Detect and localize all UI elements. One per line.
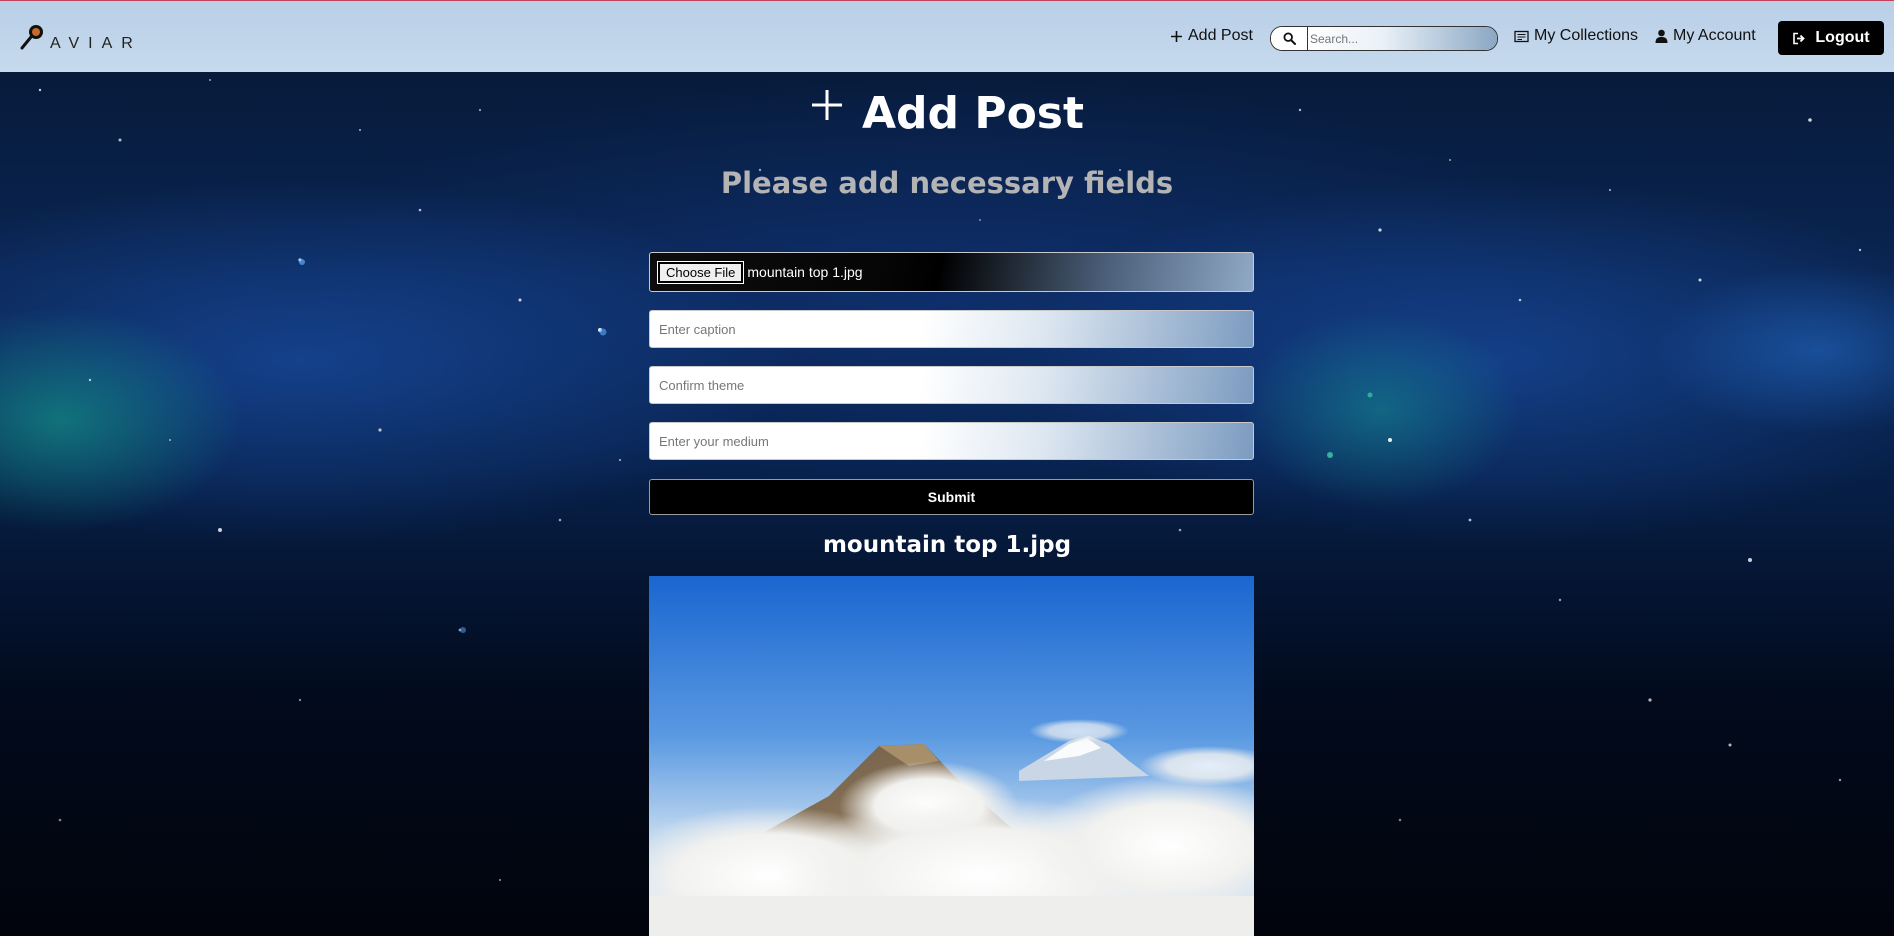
choose-file-button[interactable]: Choose File: [656, 260, 745, 284]
search-bar: [1270, 26, 1498, 51]
page-subtitle: Please add necessary fields: [720, 166, 1174, 200]
search-input[interactable]: [1308, 27, 1497, 50]
page-title: Add Post: [0, 88, 1894, 139]
plus-icon: [1170, 30, 1183, 43]
medium-input[interactable]: [649, 422, 1254, 460]
brand-logo[interactable]: AVIAR: [18, 21, 142, 53]
logout-button[interactable]: Logout: [1778, 21, 1884, 55]
theme-input[interactable]: [649, 366, 1254, 404]
user-icon: [1655, 29, 1668, 43]
nav-my-collections[interactable]: My Collections: [1514, 27, 1638, 45]
logout-label: Logout: [1815, 29, 1870, 46]
mountain-preview-image: [649, 576, 1254, 936]
search-button[interactable]: [1271, 27, 1308, 50]
submit-button[interactable]: Submit: [649, 479, 1254, 515]
page-title-text: Add Post: [861, 88, 1085, 139]
selected-file-name: mountain top 1.jpg: [747, 264, 863, 280]
file-upload-field[interactable]: Choose File mountain top 1.jpg: [649, 252, 1254, 292]
brand-name: AVIAR: [50, 35, 142, 52]
nav-my-account[interactable]: My Account: [1655, 27, 1756, 45]
collection-icon: [1514, 30, 1529, 43]
preview-file-name: mountain top 1.jpg: [822, 532, 1072, 558]
top-navbar: AVIAR Add Post My Collections: [0, 0, 1894, 72]
logout-icon: [1792, 32, 1807, 45]
nav-my-collections-label: My Collections: [1534, 27, 1639, 44]
search-icon: [1282, 32, 1296, 45]
nav-add-post-label: Add Post: [1188, 27, 1253, 44]
nav-add-post[interactable]: Add Post: [1170, 27, 1253, 45]
caption-input[interactable]: [649, 310, 1254, 348]
nav-my-account-label: My Account: [1673, 27, 1756, 44]
plus-icon: [810, 82, 844, 133]
brand-key-icon: [20, 25, 43, 50]
